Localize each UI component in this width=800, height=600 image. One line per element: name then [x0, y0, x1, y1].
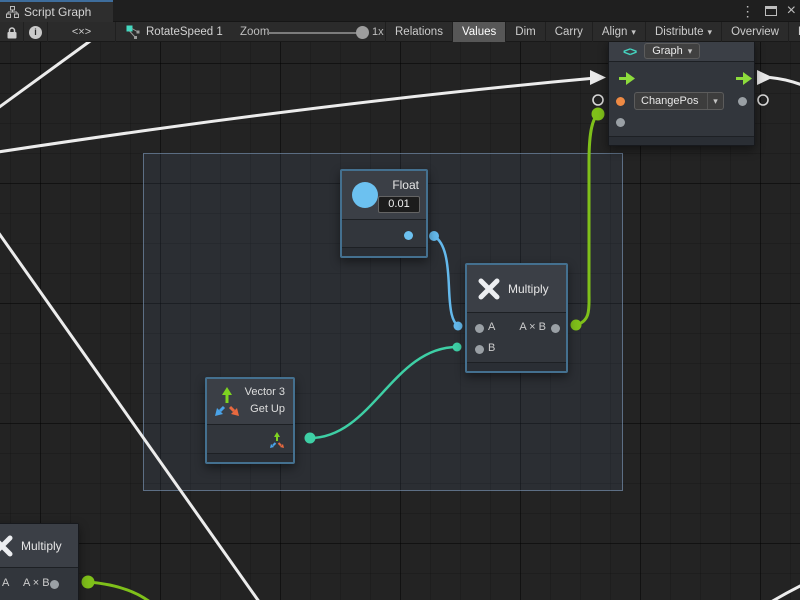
graph-super-node[interactable]: <> Graph ▾ ChangePos ▾ [608, 40, 755, 146]
maximize-icon[interactable] [765, 6, 777, 16]
multiply2-node-header: Multiply [0, 524, 78, 568]
graph-toolbar: i <×> RotateSpeed 1 Zoom 1x Relations Va… [0, 22, 800, 42]
info-button[interactable]: i [24, 22, 48, 42]
graph-asset-icon [126, 25, 140, 39]
tab-script-graph[interactable]: Script Graph [0, 0, 113, 22]
graph-node-footer [609, 136, 754, 145]
carry-button[interactable]: Carry [545, 22, 592, 42]
multiply-input-b-port[interactable] [475, 345, 484, 354]
changepos-dropdown-value: ChangePos [635, 95, 707, 107]
script-graph-window: <> Graph ▾ ChangePos ▾ Float 0.01 [0, 0, 800, 600]
code-view-button[interactable]: <×> [48, 22, 116, 42]
float-node-header: Float 0.01 [342, 171, 426, 220]
vector3-axes-icon [213, 386, 245, 418]
overview-button[interactable]: Overview [721, 22, 788, 42]
lock-icon [6, 26, 18, 39]
multiply2-node-title: Multiply [21, 539, 62, 553]
multiply-x-icon [476, 276, 502, 302]
control-input-arrow-icon[interactable] [619, 72, 636, 85]
relations-button[interactable]: Relations [385, 22, 452, 42]
chevron-down-icon: ▾ [708, 22, 713, 42]
multiply-node-header: Multiply [467, 265, 566, 313]
float-node-title: Float [392, 178, 419, 192]
chevron-down-icon: ▾ [707, 93, 723, 109]
float-node-footer [342, 247, 426, 256]
zoom-label: Zoom [240, 22, 270, 42]
multiply-node-partial[interactable]: Multiply A A × B [0, 523, 79, 600]
kebab-menu-icon[interactable]: ⋮ [741, 0, 755, 22]
title-bar: Script Graph ⋮ × [0, 0, 800, 22]
graph-node-header: <> Graph ▾ [609, 41, 754, 62]
graph-breadcrumb[interactable]: RotateSpeed 1 [126, 22, 236, 42]
graph-name-label: RotateSpeed 1 [146, 26, 223, 38]
multiply-input-b-label: B [488, 342, 495, 354]
toolbar-buttons: Relations Values Dim Carry Align▾ Distri… [385, 22, 800, 42]
code-icon: <×> [72, 26, 91, 38]
graph-window-icon [6, 6, 19, 18]
multiply-node[interactable]: Multiply A A × B B [465, 263, 568, 373]
lock-button[interactable] [0, 22, 24, 42]
chevron-down-icon: ▾ [631, 22, 636, 42]
changepos-dropdown[interactable]: ChangePos ▾ [634, 92, 724, 110]
multiply-x-icon [0, 533, 15, 559]
vector3-getup-node[interactable]: Vector 3 Get Up [205, 377, 295, 464]
multiply-node-title: Multiply [508, 282, 549, 296]
multiply-node-footer [467, 362, 566, 371]
align-button[interactable]: Align▾ [592, 22, 645, 42]
tab-title: Script Graph [24, 5, 91, 19]
float-icon [352, 182, 378, 208]
multiply2-output-label: A × B [23, 577, 50, 589]
graph-dropdown-button[interactable]: Graph ▾ [644, 43, 700, 59]
distribute-button[interactable]: Distribute▾ [645, 22, 721, 42]
control-output-arrow-icon[interactable] [736, 72, 753, 85]
multiply-input-a-label: A [488, 321, 495, 333]
vector-node-footer [207, 453, 293, 462]
vector-node-header: Vector 3 Get Up [207, 379, 293, 425]
multiply2-input-a-label: A [2, 577, 9, 589]
values-button[interactable]: Values [452, 22, 505, 42]
zoom-slider-track[interactable] [267, 32, 357, 34]
value-output-port[interactable] [738, 97, 747, 106]
graph-dropdown-label: Graph [652, 45, 683, 57]
info-icon: i [29, 26, 42, 39]
zoom-slider-handle[interactable] [356, 26, 369, 39]
close-icon[interactable]: × [787, 0, 796, 22]
vector-node-title: Vector 3 [245, 386, 285, 398]
window-controls: ⋮ × [741, 0, 796, 22]
code-brackets-icon: <> [623, 44, 636, 59]
multiply2-output-port[interactable] [50, 580, 59, 589]
fullscreen-button[interactable]: Full Screen [788, 22, 800, 42]
float-value-input[interactable]: 0.01 [378, 196, 420, 213]
chevron-down-icon: ▾ [688, 46, 693, 57]
vector3-output-port-icon[interactable] [269, 432, 286, 449]
value-input-port-2[interactable] [616, 118, 625, 127]
multiply-input-a-port[interactable] [475, 324, 484, 333]
multiply-output-port[interactable] [551, 324, 560, 333]
float-node[interactable]: Float 0.01 [340, 169, 428, 258]
vector-node-subtitle: Get Up [250, 403, 285, 415]
float-output-port[interactable] [404, 231, 413, 240]
value-input-port-orange[interactable] [616, 97, 625, 106]
dim-button[interactable]: Dim [505, 22, 544, 42]
multiply-output-label: A × B [519, 321, 546, 333]
